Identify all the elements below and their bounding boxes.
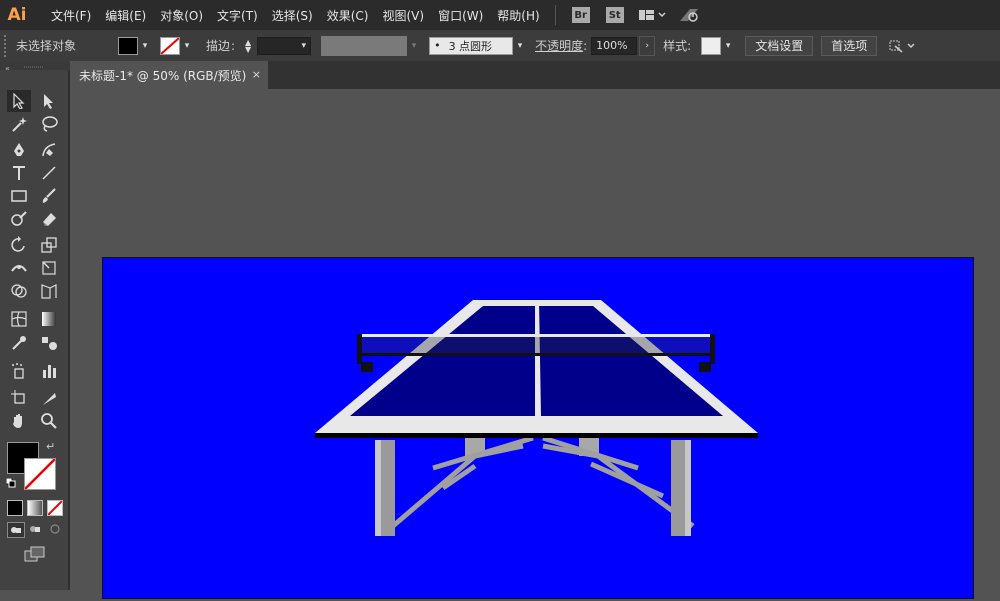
- front-leg-right-highlight: [685, 440, 691, 536]
- document-setup-button[interactable]: 文档设置: [745, 35, 814, 56]
- fill-swatch[interactable]: [118, 36, 138, 55]
- selection-status: 未选择对象: [16, 39, 77, 53]
- mesh-tool-icon[interactable]: [7, 308, 31, 330]
- line-segment-tool-icon[interactable]: [37, 162, 61, 184]
- swap-fill-stroke-icon[interactable]: ↵: [46, 440, 55, 453]
- table-braces: [391, 435, 695, 529]
- workspace-layout-icon[interactable]: [638, 8, 666, 22]
- symbol-sprayer-tool-icon[interactable]: [7, 360, 31, 382]
- style-label-colon: :: [687, 38, 692, 53]
- menu-bar: Ai 文件(F) 编辑(E) 对象(O) 文字(T) 选择(S) 效果(C) 视…: [0, 0, 1000, 30]
- net-bottom: [357, 353, 715, 356]
- net-post-right: [710, 334, 715, 364]
- bridge-button[interactable]: Br: [571, 7, 590, 23]
- net-clamp-left: [361, 362, 373, 372]
- brush-definition-field[interactable]: • 3 点圆形: [429, 36, 514, 55]
- direct-selection-tool-icon[interactable]: [37, 90, 61, 112]
- blend-tool-icon[interactable]: [37, 332, 61, 354]
- ping-pong-table-illustration: [315, 300, 758, 536]
- eyedropper-tool-icon[interactable]: [7, 332, 31, 354]
- align-options-icon[interactable]: [887, 38, 917, 54]
- perspective-grid-tool-icon[interactable]: [37, 280, 61, 302]
- opacity-flyout-chevron-icon[interactable]: ›: [639, 35, 656, 56]
- menu-select[interactable]: 选择(S): [265, 7, 320, 24]
- toolbox: ↵: [0, 70, 70, 590]
- brush-dropdown-chevron-icon[interactable]: ▾: [513, 37, 527, 55]
- profile-dropdown-chevron-icon[interactable]: ▾: [407, 37, 421, 55]
- document-tab[interactable]: 未标题-1* @ 50% (RGB/预览) ×: [70, 61, 268, 89]
- document-tab-title: 未标题-1* @ 50% (RGB/预览): [79, 68, 247, 83]
- app-logo: Ai: [7, 5, 27, 25]
- front-leg-left-highlight: [375, 440, 381, 536]
- rotate-tool-icon[interactable]: [7, 234, 31, 256]
- zoom-tool-icon[interactable]: [37, 410, 61, 432]
- menu-file[interactable]: 文件(F): [44, 7, 98, 24]
- control-bar: 未选择对象 ▾ ▾ 描边 : ▲ ▼ ▾ ▾ • 3 点圆形 ▾ 不透明度 : 10…: [0, 30, 1000, 62]
- eraser-tool-icon[interactable]: [37, 208, 61, 230]
- draw-inside-icon[interactable]: [47, 522, 63, 536]
- slice-tool-icon[interactable]: [37, 387, 61, 409]
- table-edge-shadow: [315, 433, 758, 438]
- menu-edit[interactable]: 编辑(E): [98, 7, 153, 24]
- menu-view[interactable]: 视图(V): [375, 7, 431, 24]
- menu-object[interactable]: 对象(O): [153, 7, 210, 24]
- stroke-weight-field[interactable]: ▾: [257, 36, 312, 55]
- shape-builder-tool-icon[interactable]: [7, 280, 31, 302]
- artboard[interactable]: [102, 257, 974, 599]
- gradient-tool-icon[interactable]: [37, 308, 61, 330]
- column-graph-tool-icon[interactable]: [37, 360, 61, 382]
- graphic-style-swatch[interactable]: [701, 36, 722, 55]
- lasso-tool-icon[interactable]: [37, 113, 61, 135]
- menu-window[interactable]: 窗口(W): [431, 7, 490, 24]
- menu-help[interactable]: 帮助(H): [490, 7, 546, 24]
- color-mode-icon[interactable]: [7, 500, 23, 516]
- stroke-label: 描边: [206, 39, 231, 53]
- close-tab-icon[interactable]: ×: [252, 68, 261, 81]
- selection-tool-icon[interactable]: [7, 90, 31, 112]
- artboard-tool-icon[interactable]: [7, 387, 31, 409]
- gradient-mode-icon[interactable]: [27, 500, 43, 516]
- style-label: 样式: [663, 39, 688, 53]
- hand-tool-icon[interactable]: [7, 410, 31, 432]
- menu-type[interactable]: 文字(T): [210, 7, 265, 24]
- screen-mode-icon[interactable]: [24, 546, 46, 562]
- draw-behind-icon[interactable]: [27, 522, 43, 536]
- pen-tool-icon[interactable]: [7, 139, 31, 161]
- rectangle-tool-icon[interactable]: [7, 185, 31, 207]
- shaper-tool-icon[interactable]: [7, 208, 31, 230]
- stroke-swatch[interactable]: [160, 36, 180, 55]
- menu-separator: [554, 5, 556, 25]
- variable-width-profile[interactable]: [321, 35, 408, 56]
- stroke-weight-stepper[interactable]: ▲ ▼: [241, 37, 255, 55]
- gpu-performance-icon[interactable]: [678, 6, 700, 24]
- type-tool-icon[interactable]: [7, 162, 31, 184]
- net-top-band: [357, 334, 715, 337]
- scale-tool-icon[interactable]: [37, 234, 61, 256]
- fill-dropdown-chevron-icon[interactable]: ▾: [138, 37, 152, 55]
- stroke-label-colon: :: [231, 38, 236, 53]
- magic-wand-tool-icon[interactable]: [7, 113, 31, 135]
- canvas-area[interactable]: [70, 89, 1000, 599]
- width-tool-icon[interactable]: [7, 257, 31, 279]
- opacity-field[interactable]: 100%: [591, 36, 638, 55]
- net-clamp-right: [699, 362, 711, 372]
- preferences-button[interactable]: 首选项: [821, 35, 878, 56]
- stock-button[interactable]: St: [605, 7, 624, 23]
- opacity-label[interactable]: 不透明度: [535, 37, 583, 54]
- toolbox-header[interactable]: «: [0, 61, 70, 73]
- net-post-left: [357, 334, 362, 364]
- style-dropdown-chevron-icon[interactable]: ▾: [721, 37, 735, 55]
- default-fill-stroke-icon[interactable]: [5, 477, 16, 488]
- draw-normal-icon[interactable]: [7, 522, 25, 538]
- stroke-dropdown-chevron-icon[interactable]: ▾: [180, 37, 194, 55]
- net-mesh: [357, 337, 715, 355]
- stroke-color-swatch[interactable]: [24, 458, 56, 490]
- opacity-label-colon: :: [583, 38, 588, 53]
- curvature-tool-icon[interactable]: [37, 139, 61, 161]
- menu-effect[interactable]: 效果(C): [320, 7, 376, 24]
- none-mode-icon[interactable]: [47, 500, 63, 516]
- free-transform-tool-icon[interactable]: [37, 257, 61, 279]
- document-tab-bar: 未标题-1* @ 50% (RGB/预览) ×: [70, 61, 1000, 89]
- paintbrush-tool-icon[interactable]: [37, 185, 61, 207]
